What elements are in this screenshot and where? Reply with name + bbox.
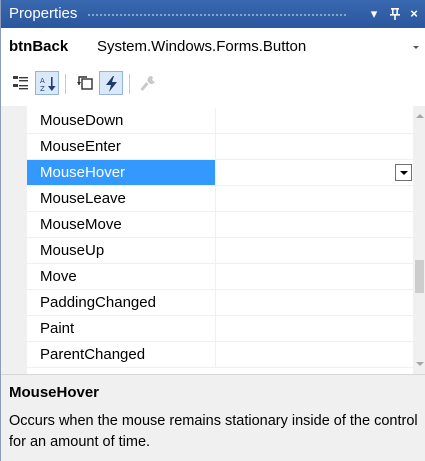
event-name: MouseEnter [27, 134, 216, 159]
event-row-mousemove[interactable]: MouseMove [27, 212, 413, 238]
event-handler-field[interactable] [216, 264, 413, 289]
object-type: System.Windows.Forms.Button [97, 38, 307, 55]
description-text: Occurs when the mouse remains stationary… [9, 413, 418, 450]
title-bar-grip [87, 13, 346, 17]
svg-text:Z: Z [40, 85, 45, 93]
event-name: PaddingChanged [27, 290, 216, 315]
event-row-mouseenter[interactable]: MouseEnter [27, 134, 413, 160]
event-rows: MouseDown MouseEnter MouseHover MouseLea… [1, 106, 413, 374]
window-position-dropdown-icon[interactable]: ▾ [365, 4, 383, 24]
event-row-mouseup[interactable]: MouseUp [27, 238, 413, 264]
event-grid: MouseDown MouseEnter MouseHover MouseLea… [1, 106, 425, 374]
events-lightning-icon [106, 76, 117, 92]
scroll-up-arrow-icon[interactable] [416, 114, 424, 118]
event-row-mousedown[interactable]: MouseDown [27, 108, 413, 134]
event-handler-field[interactable] [216, 212, 413, 237]
event-name: MouseLeave [27, 186, 216, 211]
auto-hide-pin-icon[interactable] [386, 4, 404, 24]
event-name: ParentChanged [27, 342, 216, 367]
description-pane: MouseHover Occurs when the mouse remains… [1, 374, 425, 461]
events-button[interactable] [99, 71, 123, 95]
window-title: Properties [9, 5, 78, 22]
object-selector[interactable]: btnBack System.Windows.Forms.Button [1, 28, 425, 65]
handler-dropdown-button[interactable] [395, 164, 412, 181]
event-handler-field[interactable] [216, 134, 413, 159]
object-name: btnBack [9, 38, 69, 55]
event-name: MouseDown [27, 108, 216, 133]
event-row-mouseleave[interactable]: MouseLeave [27, 186, 413, 212]
toolbar-separator [129, 74, 130, 94]
scroll-down-arrow-icon[interactable] [416, 362, 424, 366]
event-handler-field[interactable] [216, 186, 413, 211]
scrollbar-thumb[interactable] [415, 260, 424, 293]
event-name: MouseMove [27, 212, 216, 237]
event-name: MouseHover [27, 160, 216, 185]
description-title: MouseHover [9, 384, 100, 401]
event-handler-field[interactable] [216, 342, 413, 367]
properties-toolbar: A Z [1, 65, 425, 103]
event-row-move[interactable]: Move [27, 264, 413, 290]
categorized-icon [13, 76, 28, 90]
event-row-parentchanged[interactable]: ParentChanged [27, 342, 413, 368]
close-icon[interactable]: × [405, 4, 423, 24]
event-handler-field[interactable] [216, 290, 413, 315]
object-selector-chevron-down-icon[interactable] [413, 46, 419, 49]
categorized-button[interactable] [9, 71, 33, 95]
properties-window: Properties ▾ × btnBack System.Windows.Fo… [0, 0, 425, 461]
event-row-paddingchanged[interactable]: PaddingChanged [27, 290, 413, 316]
event-name: Paint [27, 316, 216, 341]
event-row-mousehover[interactable]: MouseHover [27, 160, 413, 186]
event-name: Move [27, 264, 216, 289]
svg-text:A: A [40, 77, 45, 85]
event-handler-field[interactable] [216, 238, 413, 263]
alphabetical-button[interactable]: A Z [35, 71, 59, 95]
event-name: MouseUp [27, 238, 216, 263]
event-handler-field[interactable] [216, 316, 413, 341]
title-bar[interactable]: Properties ▾ × [1, 0, 425, 28]
properties-button[interactable] [73, 71, 97, 95]
alphabetical-sort-icon: A Z [40, 77, 56, 93]
property-pages-button[interactable] [137, 71, 161, 95]
event-handler-field[interactable] [216, 108, 413, 133]
event-handler-field[interactable] [216, 160, 413, 185]
toolbar-separator [65, 74, 66, 94]
property-pages-wrench-icon [140, 75, 155, 91]
vertical-scrollbar[interactable] [413, 106, 425, 374]
properties-icon [77, 76, 93, 90]
event-row-paint[interactable]: Paint [27, 316, 413, 342]
